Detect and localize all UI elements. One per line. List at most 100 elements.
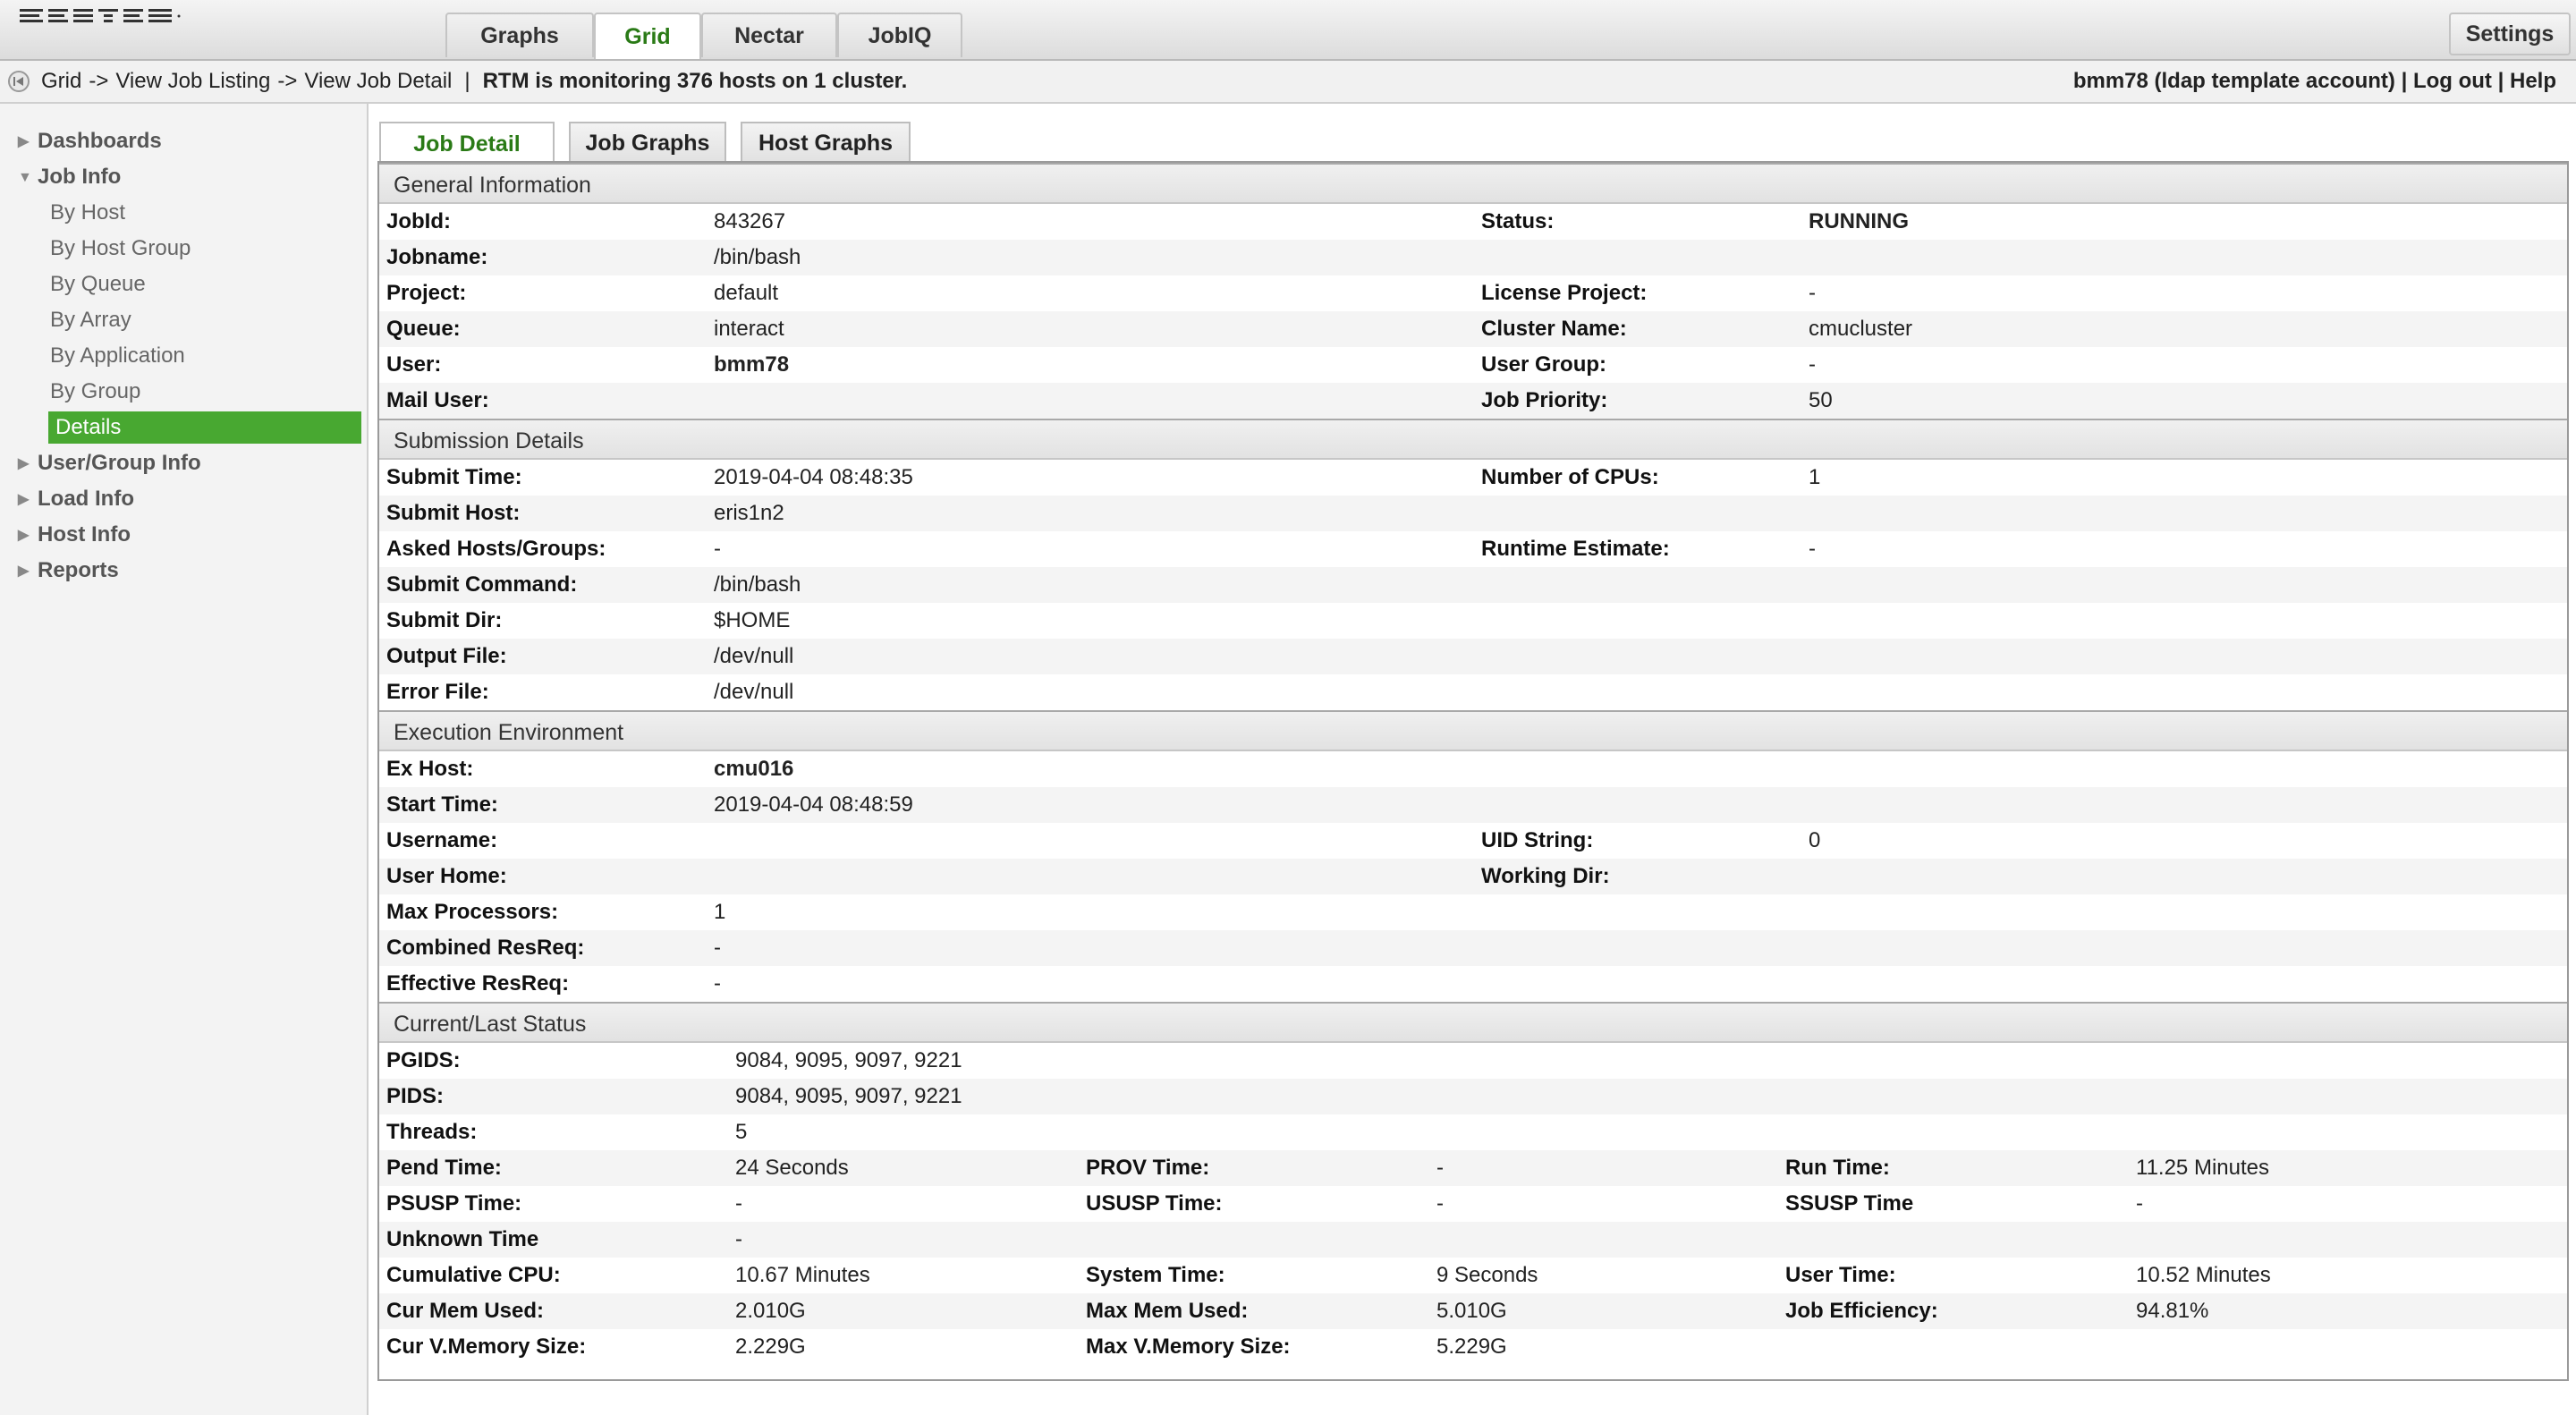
field-label: User Time: [1785,1263,1896,1287]
field-value: 5 [735,1120,748,1144]
field-value: 9 Seconds [1436,1263,1538,1287]
detail-row: Cur V.Memory Size: 2.229G Max V.Memory Siz… [379,1329,2567,1365]
sidebar-item-reports[interactable]: ▶ Reports [18,555,119,587]
field-value: 2.010G [735,1299,806,1323]
detail-row: Error File: /dev/null [379,674,2567,710]
tab-graphs[interactable]: Graphs [445,13,594,57]
sidebar-item-by-application[interactable]: By Application [50,340,185,372]
detail-row: Combined ResReq: - [379,930,2567,966]
tab-nectar[interactable]: Nectar [701,13,837,57]
sidebar-item-label: Job Info [38,165,122,189]
field-value: 11.25 Minutes [2136,1156,2269,1180]
field-label: Queue: [386,317,461,341]
breadcrumb-separator: -> [89,69,109,93]
field-label: User Home: [386,864,507,888]
field-label: Cur Mem Used: [386,1299,545,1323]
field-label: Run Time: [1785,1156,1890,1180]
field-value: /dev/null [714,644,794,668]
field-value: 9084, 9095, 9097, 9221 [735,1084,962,1108]
back-arrow-icon[interactable] [7,70,30,93]
field-label: Runtime Estimate: [1481,537,1670,561]
field-label: Start Time: [386,792,498,817]
current-last-status-section-header: Current/Last Status [379,1002,2567,1043]
detail-row: PIDS: 9084, 9095, 9097, 9221 [379,1079,2567,1114]
job-detail-panel: General Information JobId: 843267 Status: RU… [377,161,2569,1381]
field-value: 1 [1809,465,1821,489]
field-label: Cumulative CPU: [386,1263,561,1287]
detail-row: Max Processors: 1 [379,894,2567,930]
user-menu: bmm78 (ldap template account) | Log out … [2073,61,2556,102]
field-label: PGIDS: [386,1048,461,1072]
field-label: User: [386,352,442,377]
sidebar-item-host-info[interactable]: ▶ Host Info [18,519,131,551]
field-label: Submit Time: [386,465,522,489]
field-value: 5.229G [1436,1335,1507,1359]
tab-grid[interactable]: Grid [594,13,701,59]
field-label: Combined ResReq: [386,936,585,960]
field-value: RUNNING [1809,209,1909,233]
sidebar-item-load-info[interactable]: ▶ Load Info [18,483,134,515]
field-value: - [1436,1156,1444,1180]
field-value: 10.52 Minutes [2136,1263,2271,1287]
sidebar-item-by-host-group[interactable]: By Host Group [50,233,191,265]
field-value: eris1n2 [714,501,784,525]
detail-row: Cur Mem Used: 2.010G Max Mem Used: 5.010G Jo… [379,1293,2567,1329]
tab-jobiq[interactable]: JobIQ [837,13,962,57]
detail-row: Ex Host: cmu016 [379,751,2567,787]
field-label: User Group: [1481,352,1607,377]
field-label: Number of CPUs: [1481,465,1659,489]
sidebar-item-by-array[interactable]: By Array [50,304,131,336]
help-link[interactable]: Help [2510,69,2556,93]
field-value: cmucluster [1809,317,1913,341]
detail-row: Mail User: Job Priority: 50 [379,383,2567,419]
collapse-arrow-icon: ▼ [18,170,32,185]
field-value: /bin/bash [714,245,801,269]
field-value: - [2136,1191,2143,1216]
sidebar-item-by-group[interactable]: By Group [50,376,140,408]
field-label: License Project: [1481,281,1648,305]
tab-job-detail[interactable]: Job Detail [379,122,555,165]
field-value: 0 [1809,828,1821,852]
detail-row: Cumulative CPU: 10.67 Minutes System Time:… [379,1258,2567,1293]
detail-row: User Home: Working Dir: [379,859,2567,894]
field-value: - [1436,1191,1444,1216]
breadcrumb-view-job-listing[interactable]: View Job Listing [115,69,270,93]
field-value: /bin/bash [714,572,801,597]
detail-row: Submit Time: 2019-04-04 08:48:35 Number of… [379,460,2567,496]
field-label: Working Dir: [1481,864,1610,888]
field-label: Asked Hosts/Groups: [386,537,606,561]
field-value: 5.010G [1436,1299,1507,1323]
field-value: cmu016 [714,757,794,781]
expand-arrow-icon: ▶ [18,456,30,471]
breadcrumb-divider: | [464,69,470,93]
sidebar-item-by-queue[interactable]: By Queue [50,268,146,301]
field-label: Username: [386,828,498,852]
breadcrumb-grid[interactable]: Grid [41,69,81,93]
detail-row: Queue: interact Cluster Name: cmucluster [379,311,2567,347]
sidebar-item-user-group-info[interactable]: ▶ User/Group Info [18,447,201,479]
app-logo [20,9,181,22]
sidebar-item-by-host[interactable]: By Host [50,197,125,229]
logout-link[interactable]: Log out [2413,69,2492,93]
sidebar-item-details[interactable]: Details [48,411,361,444]
tab-host-graphs[interactable]: Host Graphs [741,122,911,163]
sidebar-item-job-info[interactable]: ▼ Job Info [18,161,121,193]
field-value: bmm78 [714,352,790,377]
field-value: - [735,1227,742,1251]
monitoring-status: RTM is monitoring 376 hosts on 1 cluster… [482,69,908,93]
detail-row: Start Time: 2019-04-04 08:48:59 [379,787,2567,823]
sidebar-item-dashboards[interactable]: ▶ Dashboards [18,125,162,157]
field-value: - [1809,352,1816,377]
field-label: Status: [1481,209,1555,233]
field-label: Jobname: [386,245,488,269]
tab-job-graphs[interactable]: Job Graphs [569,122,726,163]
field-value: 94.81% [2136,1299,2209,1323]
detail-row: Effective ResReq: - [379,966,2567,1002]
detail-row: Submit Command: /bin/bash [379,567,2567,603]
user-divider: | [2401,69,2408,93]
detail-row: Submit Host: eris1n2 [379,496,2567,531]
field-label: Max V.Memory Size: [1086,1335,1291,1359]
field-label: Submit Dir: [386,608,503,632]
field-label: PROV Time: [1086,1156,1210,1180]
settings-button[interactable]: Settings [2449,13,2571,55]
